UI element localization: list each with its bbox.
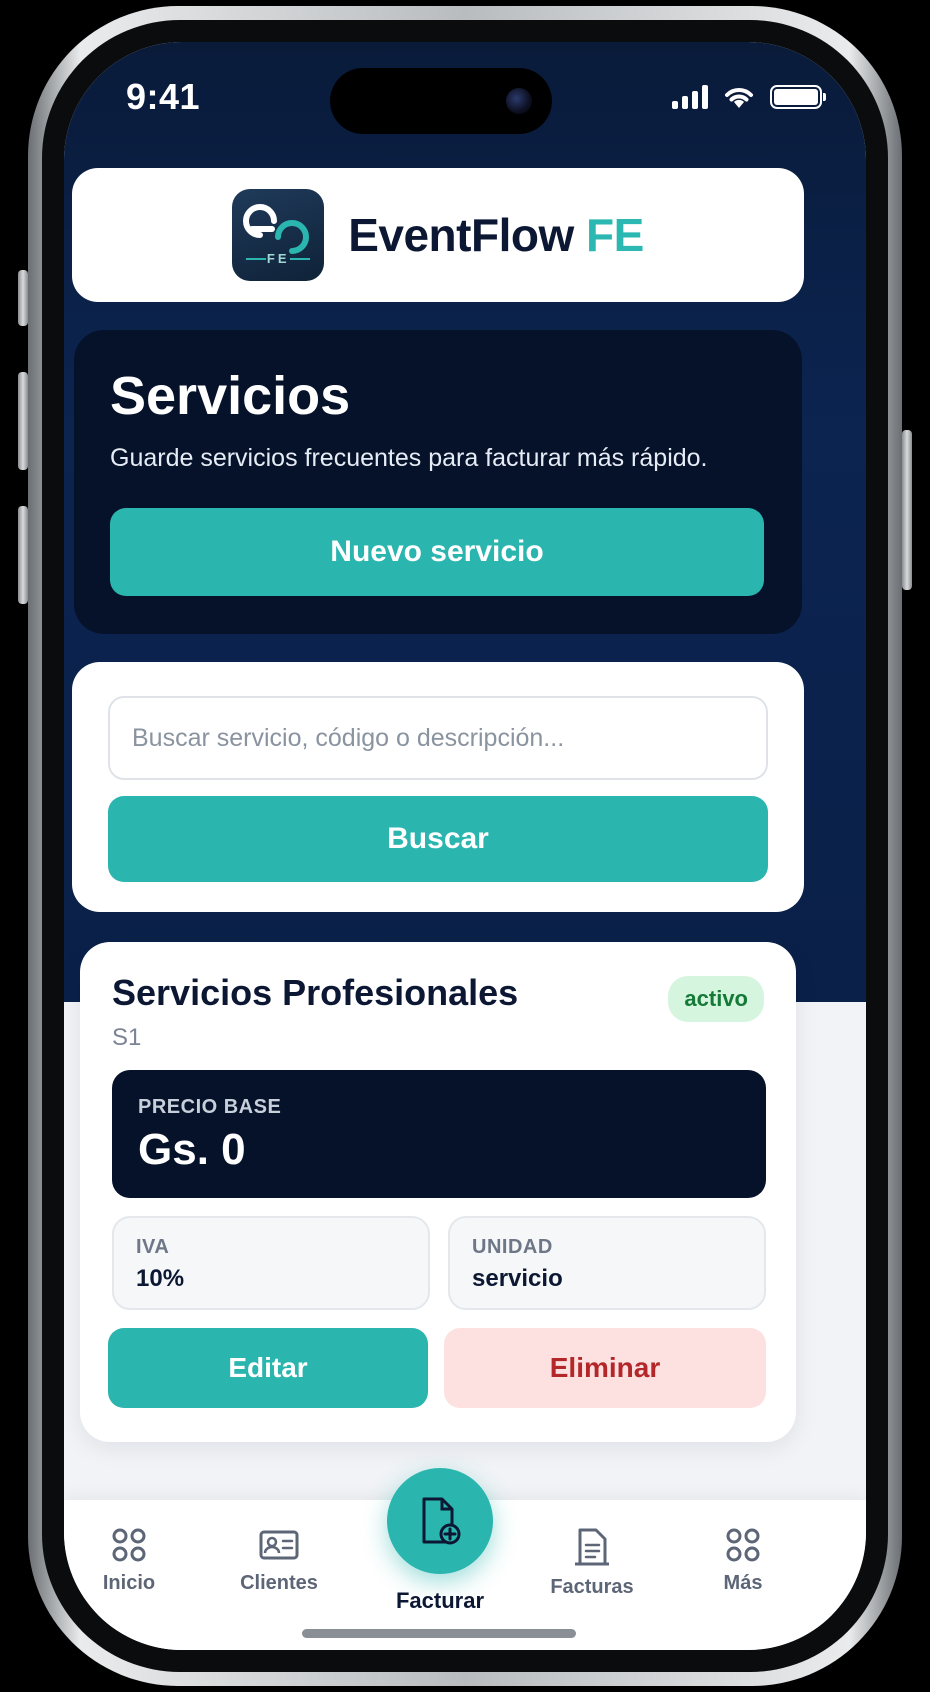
brand-name-main: EventFlow <box>348 209 574 261</box>
nav-item-inicio[interactable]: Inicio <box>64 1528 194 1595</box>
search-button[interactable]: Buscar <box>108 796 768 882</box>
iva-box: IVA 10% <box>112 1216 430 1310</box>
mute-switch <box>18 270 28 326</box>
search-input[interactable]: Buscar servicio, código o descripción... <box>108 696 768 780</box>
status-time: 9:41 <box>126 76 201 117</box>
document-add-icon <box>422 1497 461 1545</box>
nav-item-mas[interactable]: Más <box>678 1528 808 1595</box>
unit-label: UNIDAD <box>472 1236 553 1258</box>
nav-item-facturar[interactable] <box>387 1468 493 1574</box>
page-title: Servicios <box>110 366 351 426</box>
unit-box: UNIDAD servicio <box>448 1216 766 1310</box>
app-screen: 9:41 FE EventFlow FE Servicios Guarde se… <box>64 42 866 1650</box>
brand-header: FE EventFlow FE <box>72 168 804 302</box>
app-logo-text: FE <box>266 251 290 266</box>
page-subtitle: Guarde servicios frecuentes para factura… <box>110 444 708 472</box>
camera-icon <box>506 88 532 114</box>
nav-label-mas: Más <box>723 1572 763 1594</box>
nav-label-inicio: Inicio <box>102 1572 156 1594</box>
phone-bezel: 9:41 FE EventFlow FE Servicios Guarde se… <box>42 20 888 1672</box>
price-box: PRECIO BASE Gs. 0 <box>112 1070 766 1198</box>
delete-button[interactable]: Eliminar <box>444 1328 766 1408</box>
volume-down-button <box>18 506 28 604</box>
home-indicator[interactable] <box>302 1629 576 1638</box>
status-badge: activo <box>668 976 764 1022</box>
service-code: S1 <box>112 1024 142 1051</box>
brand-name-accent: FE <box>586 209 644 261</box>
grid-icon <box>112 1528 146 1562</box>
volume-up-button <box>18 372 28 470</box>
service-name: Servicios Profesionales <box>112 972 519 1013</box>
new-service-button[interactable]: Nuevo servicio <box>110 508 764 596</box>
nav-label-clientes: Clientes <box>240 1572 318 1594</box>
nav-item-facturas[interactable]: Facturas <box>527 1528 657 1599</box>
status-icons <box>672 84 826 110</box>
bottom-navigation: Inicio Clientes Facturar Facturas Más <box>64 1468 866 1650</box>
edit-button[interactable]: Editar <box>108 1328 428 1408</box>
grid-icon <box>726 1528 760 1562</box>
phone-frame: 9:41 FE EventFlow FE Servicios Guarde se… <box>28 6 902 1686</box>
price-label: PRECIO BASE <box>138 1096 282 1118</box>
search-panel: Buscar servicio, código o descripción...… <box>72 662 804 912</box>
brand-name: EventFlow FE <box>348 208 644 262</box>
status-bar: 9:41 <box>64 42 866 162</box>
price-value: Gs. 0 <box>138 1125 246 1174</box>
cellular-signal-icon <box>672 85 708 109</box>
iva-value: 10% <box>136 1265 185 1292</box>
document-icon <box>575 1528 609 1566</box>
power-button <box>902 430 912 590</box>
id-card-icon <box>259 1530 299 1560</box>
service-card: Servicios Profesionales S1 activo PRECIO… <box>80 942 796 1442</box>
nav-label-facturar: Facturar <box>395 1588 485 1613</box>
nav-label-facturas: Facturas <box>550 1576 634 1598</box>
dynamic-island <box>330 68 552 134</box>
services-hero: Servicios Guarde servicios frecuentes pa… <box>74 330 802 634</box>
battery-icon <box>770 85 826 109</box>
nav-item-clientes[interactable]: Clientes <box>214 1528 344 1595</box>
wifi-icon <box>725 88 753 108</box>
iva-label: IVA <box>136 1236 170 1258</box>
unit-value: servicio <box>472 1265 563 1292</box>
app-logo-icon: FE <box>232 189 325 281</box>
